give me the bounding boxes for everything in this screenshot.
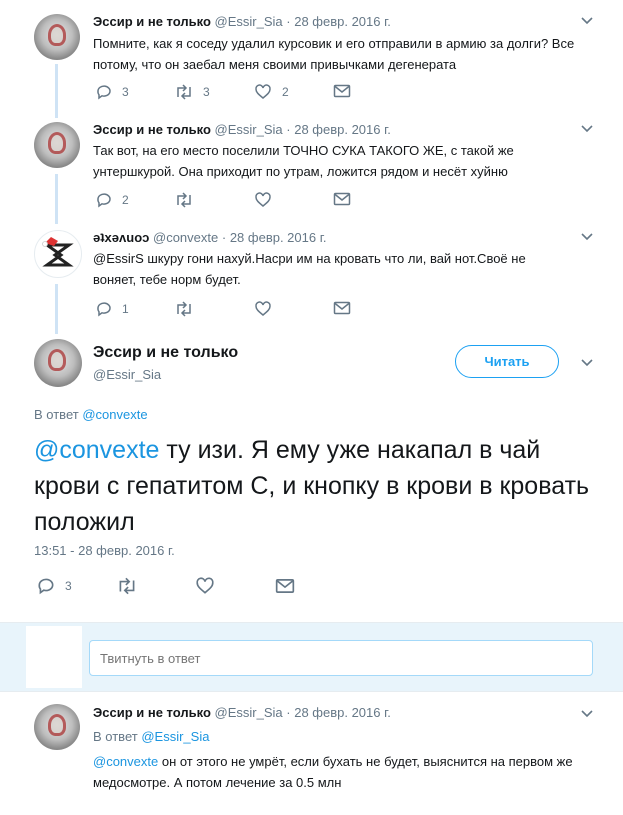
thread-line [55, 284, 58, 334]
author-handle[interactable]: @Essir_Sia [215, 122, 283, 137]
retweet-button[interactable] [174, 192, 203, 208]
reply-composer [0, 623, 623, 691]
reply-button[interactable]: 1 [95, 301, 129, 317]
retweet-count: 3 [203, 85, 210, 99]
reply-count: 1 [122, 302, 129, 316]
mention-link[interactable]: @convexte [34, 436, 159, 464]
tweet-header: Эссир и не только @Essir_Sia · 28 февр. … [93, 14, 391, 29]
like-button[interactable] [254, 192, 282, 208]
reply-count: 2 [122, 193, 129, 207]
reply-to-handle[interactable]: @convexte [82, 407, 147, 422]
author-handle[interactable]: @Essir_Sia [215, 14, 283, 29]
heart-icon [255, 301, 271, 316]
convexte-logo-icon [42, 237, 74, 267]
reply-button[interactable]: 3 [36, 577, 72, 595]
author-name[interactable]: Эссир и не только [93, 122, 211, 137]
reply-icon [97, 85, 111, 100]
reply-icon [97, 193, 111, 208]
envelope-icon [333, 84, 351, 98]
tweet-text: @convexte он от этого не умрёт, если бух… [93, 751, 593, 793]
reply-to-line: В ответ @Essir_Sia [93, 729, 209, 744]
chevron-down-icon[interactable] [580, 358, 594, 368]
author-handle[interactable]: @Essir_Sia [93, 367, 161, 382]
tweet-date[interactable]: 28 февр. 2016 г. [294, 14, 391, 29]
tweet-date[interactable]: 28 февр. 2016 г. [294, 705, 391, 720]
author-name[interactable]: Эссир и не только [93, 705, 211, 720]
reply-to-prefix: В ответ [34, 407, 79, 422]
author-name[interactable]: Эссир и не только [93, 14, 211, 29]
chevron-down-icon[interactable] [580, 124, 594, 134]
retweet-button[interactable]: 3 [174, 84, 210, 100]
thread-line [55, 174, 58, 224]
retweet-icon [119, 577, 135, 595]
reply-to-prefix: В ответ [93, 729, 138, 744]
retweet-button[interactable] [174, 301, 194, 317]
tweet-timestamp[interactable]: 13:51 - 28 февр. 2016 г. [34, 543, 175, 558]
chevron-down-icon[interactable] [580, 232, 594, 242]
tweet-text-body: он от этого не умрёт, если бухать не буд… [93, 754, 573, 790]
tweet-text: @EssirS шкуру гони нахуй.Насри им на кро… [93, 251, 526, 287]
dm-button[interactable] [333, 84, 351, 98]
envelope-icon [333, 192, 351, 206]
follow-button[interactable]: Читать [455, 345, 559, 378]
thread-line [55, 64, 58, 118]
reply-input[interactable] [89, 640, 593, 676]
envelope-icon [275, 579, 295, 593]
avatar[interactable] [34, 339, 82, 387]
reply-icon [97, 302, 111, 317]
heart-icon [255, 84, 271, 99]
retweet-icon [177, 84, 191, 100]
composer-avatar [26, 626, 82, 688]
avatar[interactable] [34, 122, 80, 168]
author-handle[interactable]: @Essir_Sia [215, 705, 283, 720]
author-name[interactable]: ǝʇxǝʌuoɔ [93, 230, 149, 245]
reply-button[interactable]: 2 [95, 192, 129, 208]
avatar[interactable] [34, 704, 80, 750]
tweet-text: Так вот, на его место поселили ТОЧНО СУК… [93, 143, 514, 179]
reply-icon [38, 578, 54, 595]
tweet-header: ǝʇxǝʌuoɔ @convexte · 28 февр. 2016 г. [93, 230, 327, 245]
author-name[interactable]: Эссир и не только [93, 344, 238, 362]
heart-icon [196, 577, 214, 594]
heart-icon [255, 192, 271, 207]
dm-button[interactable] [333, 192, 351, 206]
mention-link[interactable]: @convexte [93, 754, 158, 769]
tweet-header: Эссир и не только @Essir_Sia · 28 февр. … [93, 705, 391, 720]
retweet-icon [177, 301, 191, 317]
avatar[interactable] [34, 230, 82, 278]
dm-button[interactable] [275, 578, 295, 594]
envelope-icon [333, 301, 351, 315]
author-handle[interactable]: @convexte [153, 230, 218, 245]
tweet-date[interactable]: 28 февр. 2016 г. [294, 122, 391, 137]
chevron-down-icon[interactable] [580, 709, 594, 719]
divider [0, 691, 623, 692]
like-button[interactable]: 2 [254, 84, 289, 100]
retweet-button[interactable] [116, 577, 138, 595]
dm-button[interactable] [333, 301, 351, 315]
like-button[interactable] [254, 301, 272, 317]
avatar[interactable] [34, 14, 80, 60]
chevron-down-icon[interactable] [580, 16, 594, 26]
retweet-icon [177, 192, 191, 208]
tweet-header: Эссир и не только @Essir_Sia · 28 февр. … [93, 122, 391, 137]
like-button[interactable] [195, 577, 215, 595]
reply-button[interactable]: 3 [95, 84, 129, 100]
tweet-date[interactable]: 28 февр. 2016 г. [230, 230, 327, 245]
tweet-text: Помните, как я соседу удалил курсовик и … [93, 36, 575, 72]
reply-count: 3 [65, 579, 72, 593]
reply-count: 3 [122, 85, 129, 99]
main-tweet-text: @convexte ту изи. Я ему уже накапал в ча… [34, 432, 594, 540]
reply-to-handle[interactable]: @Essir_Sia [141, 729, 209, 744]
reply-to-line: В ответ @convexte [34, 407, 148, 422]
like-count: 2 [282, 85, 289, 99]
